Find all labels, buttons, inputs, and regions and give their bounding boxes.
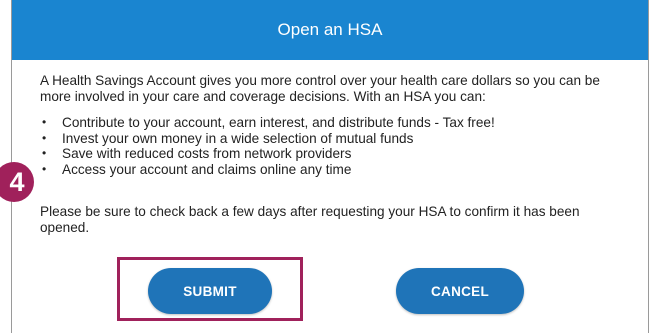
benefits-list: Contribute to your account, earn interes… — [40, 115, 622, 177]
submit-highlight-box — [117, 257, 303, 321]
open-hsa-dialog: Open an HSA A Health Savings Account giv… — [11, 0, 649, 333]
list-item: Contribute to your account, earn interes… — [40, 115, 622, 131]
dialog-title: Open an HSA — [277, 20, 383, 39]
list-item: Invest your own money in a wide selectio… — [40, 131, 622, 147]
cancel-button[interactable]: CANCEL — [396, 268, 524, 314]
screenshot-page: Open an HSA A Health Savings Account giv… — [0, 0, 660, 333]
dialog-actions: SUBMIT CANCEL — [12, 268, 648, 318]
intro-text: A Health Savings Account gives you more … — [40, 73, 600, 104]
confirmation-note: Please be sure to check back a few days … — [40, 204, 580, 235]
list-item: Access your account and claims online an… — [40, 162, 622, 178]
dialog-body: A Health Savings Account gives you more … — [12, 60, 648, 236]
dialog-header: Open an HSA — [12, 0, 648, 60]
list-item: Save with reduced costs from network pro… — [40, 146, 622, 162]
